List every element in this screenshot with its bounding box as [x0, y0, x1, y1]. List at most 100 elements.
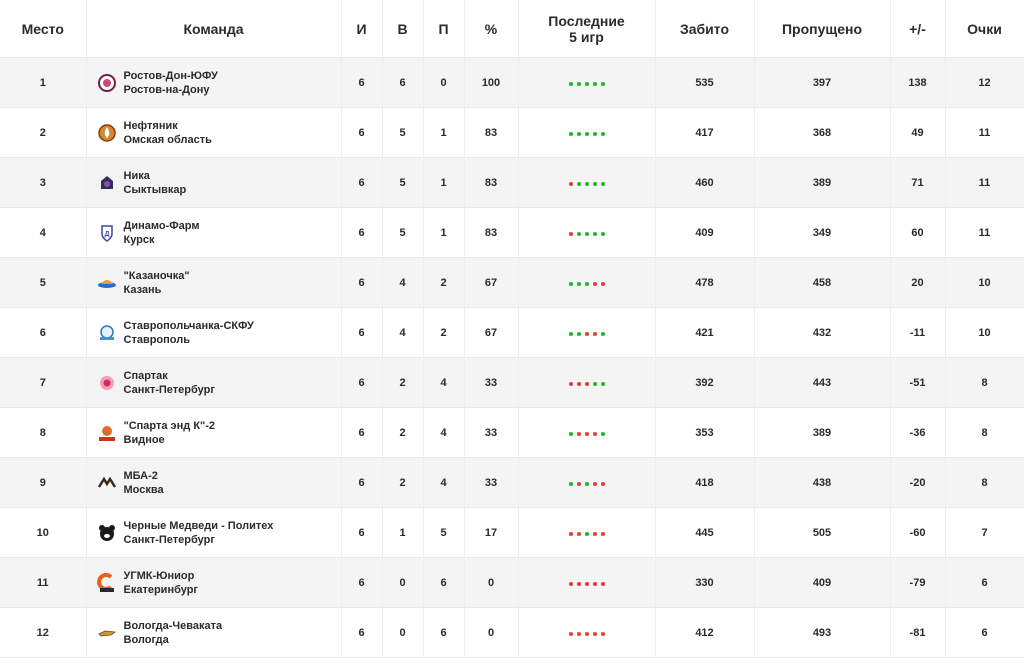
table-row[interactable]: 2 Нефтяник Омская область 6 5 1 83 417 368 49 11 — [0, 107, 1024, 158]
team-name-link[interactable]: Спартак — [124, 369, 215, 383]
team-city: Ставрополь — [123, 333, 191, 346]
header-team[interactable]: Команда — [86, 0, 342, 58]
table-row[interactable]: 9 МБА-2 Москва 6 2 4 33 418 438 -20 8 — [0, 457, 1024, 508]
header-conceded[interactable]: Пропущено — [754, 0, 891, 58]
cell-scored: 445 — [655, 507, 755, 558]
table-row[interactable]: 8 "Спарта энд К"-2 Видное 6 2 4 33 353 389 -36 8 — [0, 407, 1024, 458]
team-name-link[interactable]: Ника — [124, 169, 187, 183]
cell-games: 6 — [341, 257, 383, 308]
team-city: Ростов-на-Дону — [123, 83, 210, 96]
table-row[interactable]: 10 Черные Медведи - Политех Санкт-Петербур… — [0, 507, 1024, 558]
result-dot-win — [576, 131, 581, 136]
cell-conceded: 397 — [754, 57, 891, 108]
team-name-link[interactable]: Ставропольчанка-СКФУ — [124, 319, 254, 333]
team-name-link[interactable]: МБА-2 — [124, 469, 164, 483]
team-name-link[interactable]: Черные Медведи - Политех — [124, 519, 274, 533]
last5-results — [568, 531, 605, 536]
cell-last5 — [518, 607, 656, 658]
table-row[interactable]: 12 Вологда-Чеваката Вологда 6 0 6 0 412 493 -81 6 — [0, 607, 1024, 658]
cell-team[interactable]: МБА-2 Москва — [86, 457, 342, 508]
table-row[interactable]: 7 Спартак Санкт-Петербург 6 2 4 33 392 443 -51 8 — [0, 357, 1024, 408]
cell-conceded: 438 — [754, 457, 891, 508]
result-dot-win — [600, 431, 605, 436]
header-place[interactable]: Место — [0, 0, 87, 58]
last5-results — [568, 131, 605, 136]
cell-team[interactable]: Ника Сыктывкар — [86, 157, 342, 208]
result-dot-loss — [584, 431, 589, 436]
cell-points: 7 — [945, 507, 1024, 558]
ugmk-logo-icon — [96, 572, 117, 593]
cell-diff: 60 — [890, 207, 946, 258]
result-dot-win — [584, 131, 589, 136]
header-pct[interactable]: % — [464, 0, 519, 58]
cell-team[interactable]: Вологда-Чеваката Вологда — [86, 607, 342, 658]
team-name-link[interactable]: Вологда-Чеваката — [124, 619, 223, 633]
cell-team[interactable]: Ростов-Дон-ЮФУ Ростов-на-Дону — [86, 57, 342, 108]
team-city: Сыктывкар — [123, 183, 187, 196]
last5-results — [568, 281, 605, 286]
cell-pct: 0 — [464, 607, 519, 658]
table-row[interactable]: 5 "Казаночка" Казань 6 4 2 67 478 458 20 10 — [0, 257, 1024, 308]
cell-conceded: 432 — [754, 307, 891, 358]
table-row[interactable]: 3 Ника Сыктывкар 6 5 1 83 460 389 71 11 — [0, 157, 1024, 208]
cell-team[interactable]: "Спарта энд К"-2 Видное — [86, 407, 342, 458]
result-dot-loss — [600, 531, 605, 536]
cell-wins: 4 — [382, 257, 424, 308]
cell-pct: 17 — [464, 507, 519, 558]
header-points[interactable]: Очки — [945, 0, 1024, 58]
result-dot-win — [592, 131, 597, 136]
neftyanik-logo-icon — [97, 123, 117, 143]
cell-games: 6 — [341, 207, 383, 258]
result-dot-loss — [592, 431, 597, 436]
cell-team[interactable]: Ставропольчанка-СКФУ Ставрополь — [86, 307, 342, 358]
result-dot-win — [584, 81, 589, 86]
result-dot-loss — [584, 631, 589, 636]
cell-team[interactable]: "Казаночка" Казань — [86, 257, 342, 308]
result-dot-loss — [584, 381, 589, 386]
cell-diff: -79 — [890, 557, 946, 608]
table-row[interactable]: 11 УГМК-Юниор Екатеринбург 6 0 6 0 330 409 -79 6 — [0, 557, 1024, 608]
last5-results — [568, 331, 605, 336]
team-name-link[interactable]: "Казаночка" — [124, 269, 190, 283]
cell-scored: 392 — [655, 357, 755, 408]
cell-diff: -20 — [890, 457, 946, 508]
header-wins[interactable]: В — [382, 0, 424, 58]
cell-conceded: 368 — [754, 107, 891, 158]
cell-games: 6 — [341, 507, 383, 558]
header-last5[interactable]: Последние 5 игр — [518, 0, 656, 58]
team-name-link[interactable]: УГМК-Юниор — [124, 569, 199, 583]
cell-scored: 535 — [655, 57, 755, 108]
team-name-link[interactable]: Нефтяник — [124, 119, 212, 133]
cell-wins: 0 — [382, 557, 424, 608]
last5-results — [568, 581, 605, 586]
cell-last5 — [518, 157, 656, 208]
cell-wins: 2 — [382, 407, 424, 458]
header-last5-line1: Последние — [548, 12, 625, 29]
header-losses[interactable]: П — [423, 0, 465, 58]
cell-points: 12 — [945, 57, 1024, 108]
last5-results — [568, 431, 605, 436]
result-dot-win — [576, 281, 581, 286]
header-games[interactable]: И — [341, 0, 383, 58]
team-name-link[interactable]: "Спарта энд К"-2 — [124, 419, 216, 433]
header-scored[interactable]: Забито — [655, 0, 755, 58]
result-dot-loss — [600, 631, 605, 636]
result-dot-win — [600, 181, 605, 186]
cell-points: 6 — [945, 557, 1024, 608]
table-row[interactable]: 1 Ростов-Дон-ЮФУ Ростов-на-Дону 6 6 0 100 535 39… — [0, 57, 1024, 108]
cell-team[interactable]: Нефтяник Омская область — [86, 107, 342, 158]
cell-team[interactable]: УГМК-Юниор Екатеринбург — [86, 557, 342, 608]
result-dot-loss — [568, 181, 573, 186]
team-name-link[interactable]: Ростов-Дон-ЮФУ — [124, 69, 218, 83]
cell-team[interactable]: Черные Медведи - Политех Санкт-Петербург — [86, 507, 342, 558]
vologda-logo-icon — [97, 623, 117, 643]
result-dot-win — [576, 331, 581, 336]
cell-team[interactable]: Д Динамо-Фарм Курск — [86, 207, 342, 258]
cell-team[interactable]: Спартак Санкт-Петербург — [86, 357, 342, 408]
table-row[interactable]: 6 Ставропольчанка-СКФУ Ставрополь 6 4 2 67 421 4… — [0, 307, 1024, 358]
result-dot-loss — [600, 581, 605, 586]
team-name-link[interactable]: Динамо-Фарм — [124, 219, 200, 233]
table-row[interactable]: 4 Д Динамо-Фарм Курск 6 5 1 83 409 349 60 11 — [0, 207, 1024, 258]
cell-diff: 20 — [890, 257, 946, 308]
header-diff[interactable]: +/- — [890, 0, 946, 58]
